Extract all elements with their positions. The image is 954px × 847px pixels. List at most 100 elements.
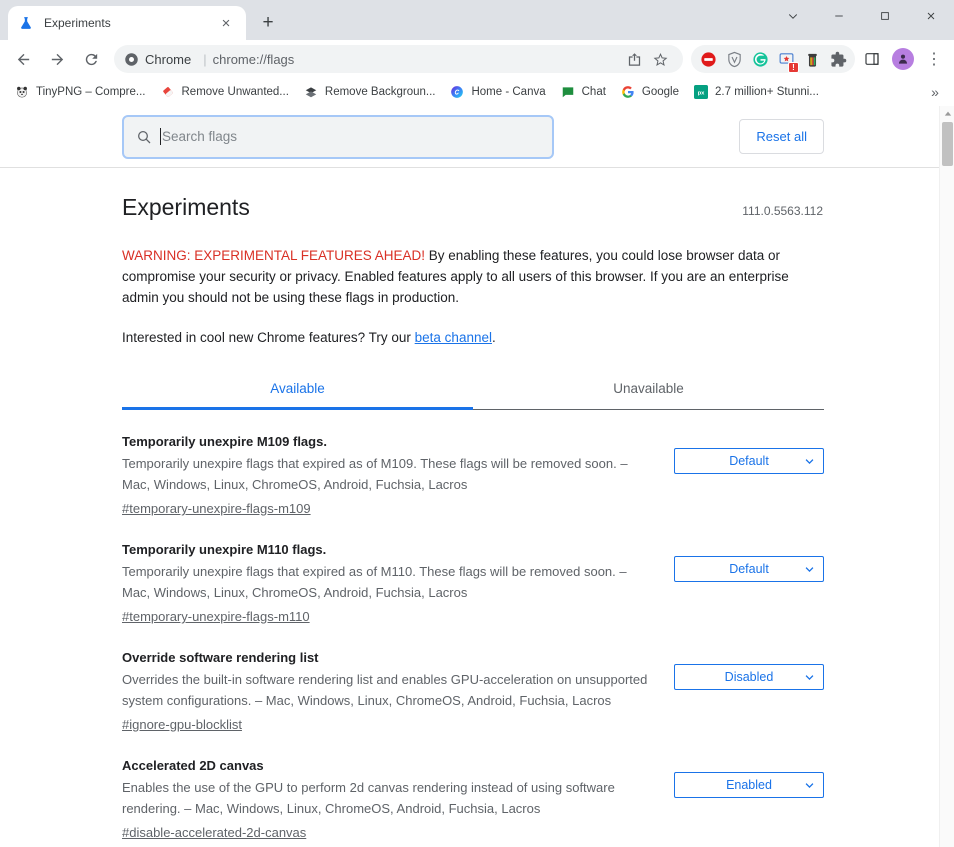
side-panel-icon[interactable] xyxy=(858,45,886,73)
flag-select[interactable]: Default xyxy=(674,448,824,474)
flag-row: Override software rendering list Overrid… xyxy=(122,626,824,734)
page-viewport: Search flags Reset all Experiments 111.0… xyxy=(0,106,954,847)
beta-channel-link[interactable]: beta channel xyxy=(415,330,492,345)
flag-id-link[interactable]: #temporary-unexpire-flags-m109 xyxy=(122,501,311,516)
chevron-down-icon xyxy=(804,456,815,467)
flag-control: Default xyxy=(674,542,824,582)
extensions-group: ! xyxy=(691,45,855,73)
avatar xyxy=(892,48,914,70)
beta-note-prefix: Interested in cool new Chrome features? … xyxy=(122,330,415,345)
omnibox-separator: | xyxy=(203,51,207,67)
bookmarks-overflow-icon[interactable]: » xyxy=(924,81,946,103)
minimize-icon[interactable] xyxy=(816,0,862,32)
bookmark-remove-unwanted[interactable]: Remove Unwanted... xyxy=(154,80,295,104)
flag-select[interactable]: Enabled xyxy=(674,772,824,798)
flag-select[interactable]: Disabled xyxy=(674,664,824,690)
flag-control: Default xyxy=(674,434,824,474)
search-input[interactable]: Search flags xyxy=(122,114,554,159)
window-controls xyxy=(770,0,954,32)
browser-menu-icon[interactable]: ⋮ xyxy=(920,45,948,73)
profile-avatar[interactable] xyxy=(889,45,917,73)
flag-name: Temporarily unexpire M109 flags. xyxy=(122,434,327,449)
tab-available[interactable]: Available xyxy=(122,371,473,410)
chat-icon xyxy=(560,84,576,100)
flag-select-value: Default xyxy=(729,562,769,576)
tab-strip: Experiments × + xyxy=(0,0,282,40)
chevron-down-icon xyxy=(804,780,815,791)
grammarly-extension-icon[interactable] xyxy=(747,46,773,72)
close-window-icon[interactable] xyxy=(908,0,954,32)
flag-id-link[interactable]: #disable-accelerated-2d-canvas xyxy=(122,825,306,840)
canva-icon xyxy=(449,84,465,100)
omnibox-actions xyxy=(621,46,673,72)
adblock-extension-icon[interactable] xyxy=(695,46,721,72)
flag-control: Enabled xyxy=(674,758,824,798)
flag-name: Accelerated 2D canvas xyxy=(122,758,264,773)
flags-search-bar: Search flags Reset all xyxy=(0,106,939,168)
bookmark-label: 2.7 million+ Stunni... xyxy=(715,86,819,98)
chevron-down-icon xyxy=(804,564,815,575)
page-scrollbar[interactable] xyxy=(939,106,954,847)
chevron-down-icon xyxy=(804,672,815,683)
scroll-up-arrow-icon[interactable] xyxy=(940,106,954,121)
forward-icon[interactable] xyxy=(42,44,72,74)
flag-select-value: Disabled xyxy=(724,670,774,684)
flag-info: Override software rendering list Overrid… xyxy=(122,650,652,734)
flag-name: Temporarily unexpire M110 flags. xyxy=(122,542,327,557)
flag-control: Disabled xyxy=(674,650,824,690)
screenshot-extension-icon[interactable]: ! xyxy=(773,46,799,73)
maximize-icon[interactable] xyxy=(862,0,908,32)
flag-id-link[interactable]: #temporary-unexpire-flags-m110 xyxy=(122,609,310,624)
address-bar[interactable]: Chrome | chrome://flags xyxy=(114,45,683,73)
flag-row: Accelerated 2D canvas Enables the use of… xyxy=(122,734,824,842)
page-title: Experiments xyxy=(122,194,250,220)
search-placeholder: Search flags xyxy=(162,129,238,144)
flag-select-value: Enabled xyxy=(726,778,772,792)
bookmark-home-canva[interactable]: Home - Canva xyxy=(443,80,551,104)
bookmark-chat[interactable]: Chat xyxy=(554,80,612,104)
flags-content: Experiments 111.0.5563.112 WARNING: EXPE… xyxy=(0,168,939,842)
warning-headline: WARNING: EXPERIMENTAL FEATURES AHEAD! xyxy=(122,248,426,263)
google-icon xyxy=(620,84,636,100)
bookmark-label: Home - Canva xyxy=(471,86,546,98)
title-row: Experiments 111.0.5563.112 xyxy=(122,194,823,221)
trash-extension-icon[interactable] xyxy=(799,46,825,72)
flask-icon xyxy=(18,15,34,31)
browser-toolbar: Chrome | chrome://flags ! ⋮ xyxy=(0,40,954,78)
omnibox-url: chrome://flags xyxy=(212,51,295,67)
flag-description: Temporarily unexpire flags that expired … xyxy=(122,456,628,492)
close-icon[interactable]: × xyxy=(216,13,236,33)
puzzle-extensions-icon[interactable] xyxy=(825,46,851,72)
flag-select[interactable]: Default xyxy=(674,556,824,582)
reload-icon[interactable] xyxy=(76,44,106,74)
star-icon[interactable] xyxy=(647,46,673,72)
bookmark-google[interactable]: Google xyxy=(614,80,685,104)
flag-description: Overrides the built-in software renderin… xyxy=(122,672,648,708)
bookmark-tinypng[interactable]: TinyPNG – Compre... xyxy=(8,80,152,104)
bookmark-pexels[interactable]: px 2.7 million+ Stunni... xyxy=(687,80,825,104)
tab-title: Experiments xyxy=(44,16,111,30)
bookmark-label: Remove Unwanted... xyxy=(181,86,289,98)
tab-unavailable[interactable]: Unavailable xyxy=(473,371,824,409)
text-caret xyxy=(160,128,161,145)
scrollbar-thumb[interactable] xyxy=(942,122,953,166)
bookmark-label: Remove Backgroun... xyxy=(324,86,436,98)
title-bar: Experiments × + xyxy=(0,0,954,40)
chevron-down-icon[interactable] xyxy=(770,0,816,32)
share-icon[interactable] xyxy=(621,46,647,72)
omnibox-brand-label: Chrome xyxy=(145,51,192,67)
flag-row: Temporarily unexpire M109 flags. Tempora… xyxy=(122,410,824,518)
new-tab-button[interactable]: + xyxy=(254,9,282,37)
back-icon[interactable] xyxy=(8,44,38,74)
flag-id-link[interactable]: #ignore-gpu-blocklist xyxy=(122,717,242,732)
bookmark-remove-background[interactable]: Remove Backgroun... xyxy=(297,80,442,104)
beta-note-suffix: . xyxy=(491,330,496,345)
reset-all-button[interactable]: Reset all xyxy=(739,119,824,154)
shield-extension-icon[interactable] xyxy=(721,46,747,72)
bookmark-label: Chat xyxy=(581,86,606,98)
flag-name: Override software rendering list xyxy=(122,650,319,665)
flag-select-value: Default xyxy=(729,454,769,468)
browser-tab-experiments[interactable]: Experiments × xyxy=(8,6,246,40)
eraser-icon xyxy=(160,84,176,100)
layers-icon xyxy=(303,84,319,100)
